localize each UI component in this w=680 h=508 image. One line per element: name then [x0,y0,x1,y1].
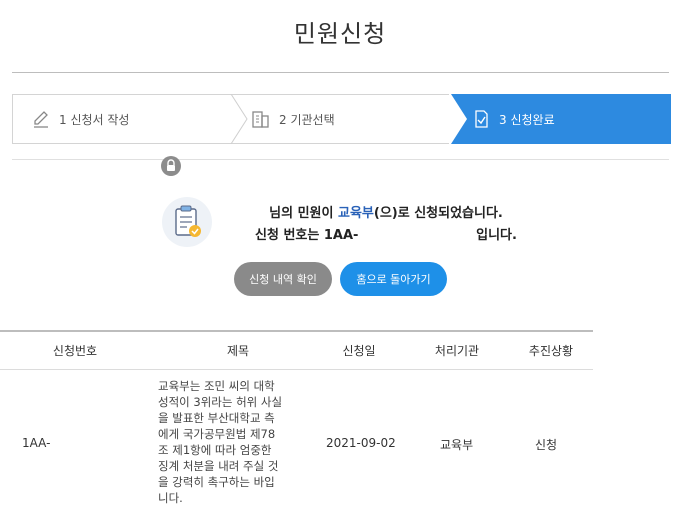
title-divider [12,72,669,73]
step-select-agency: 2 기관선택 [251,95,335,143]
result-agency: 교육부 [337,206,374,221]
application-table: 신청번호 제목 신청일 처리기관 추진상황 1AA- 교육부는 조민 씨의 대학… [0,330,593,508]
step-complete: 3 신청완료 [471,95,555,143]
application-number: 1AA- [323,228,359,243]
page-title: 민원신청 [293,20,387,48]
step-write-form: 1 신청서 작성 [31,95,129,143]
submission-result-message: 님의 민원이 교육부(으)로 신청되었습니다. 신청 번호는 1AA- 입니다. [226,203,546,247]
go-home-button[interactable]: 홈으로 돌아가기 [340,262,447,296]
result-line-2: 신청 번호는 1AA- 입니다. [255,228,517,243]
document-check-icon [475,110,488,128]
step-progress: 1 신청서 작성 2 기관선택 3 신청완료 [12,94,671,144]
table-row[interactable]: 1AA- 교육부는 조민 씨의 대학 성적이 3위라는 허위 사실을 발표한 부… [0,370,593,508]
view-history-button[interactable]: 신청 내역 확인 [234,262,332,296]
cell-number: 1AA- [22,436,51,450]
step-separator [230,94,248,144]
column-header-agency: 처리기관 [434,344,480,358]
cell-title[interactable]: 교육부는 조민 씨의 대학 성적이 3위라는 허위 사실을 발표한 부산대학교 … [158,378,284,506]
cell-status: 신청 [535,438,558,452]
lock-icon [161,156,181,176]
step-label: 2 기관선택 [279,112,335,127]
steps-divider [12,159,669,160]
column-header-title: 제목 [226,344,250,358]
column-header-status: 추진상황 [528,344,574,358]
cell-date: 2021-09-02 [326,436,396,450]
cell-agency: 교육부 [440,438,474,452]
table-header: 신청번호 제목 신청일 처리기관 추진상황 [0,330,593,370]
column-header-date: 신청일 [342,344,376,358]
building-icon [252,111,269,128]
result-line-1: 님의 민원이 교육부(으)로 신청되었습니다. [269,206,503,221]
pencil-icon [34,111,48,128]
step-separator-active [449,94,469,144]
clipboard-check-icon [162,197,212,247]
column-header-number: 신청번호 [52,344,98,358]
step-label: 1 신청서 작성 [59,112,130,127]
step-label: 3 신청완료 [499,112,555,127]
